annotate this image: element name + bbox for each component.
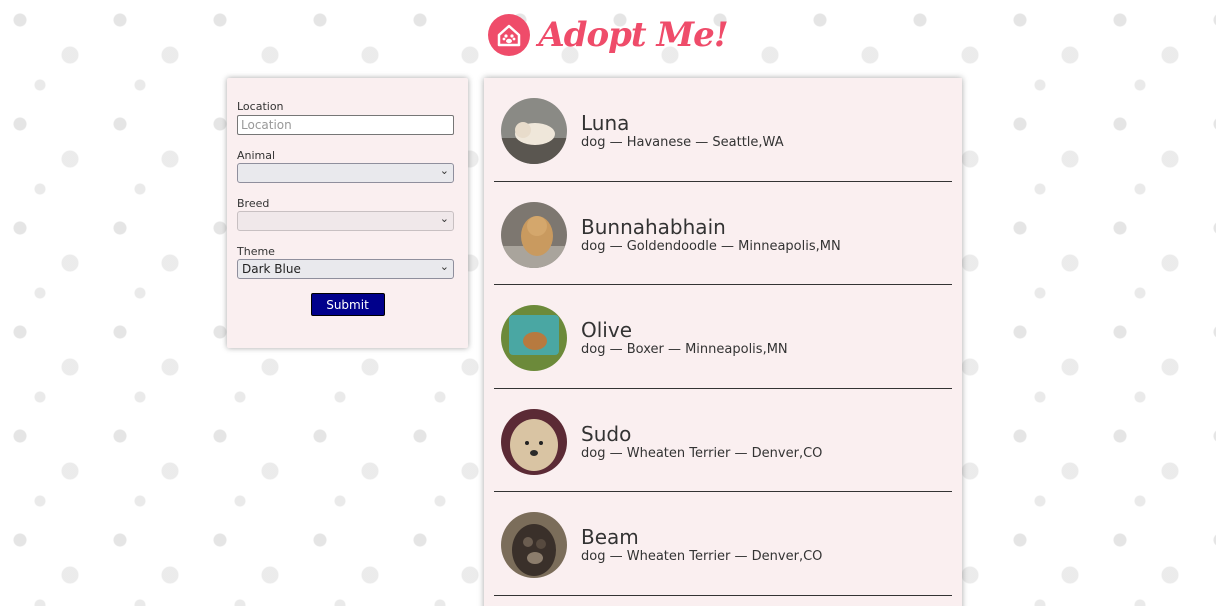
pet-description: dog — Goldendoodle — Minneapolis,MN [581,238,841,254]
pet-name: Bunnahabhain [581,214,726,239]
chevron-down-icon: ⌄ [439,260,449,273]
pet-avatar [501,512,567,579]
pet-description: dog — Wheaten Terrier — Denver,CO [581,445,823,461]
location-field: Location [237,100,458,135]
pet-description: dog — Boxer — Minneapolis,MN [581,342,788,358]
site-header: Adopt Me! [0,0,1216,70]
animal-label: Animal [237,149,276,162]
submit-button[interactable]: Submit [310,293,385,316]
theme-select-value: Dark Blue [242,262,301,276]
pet-name: Sudo [581,421,632,446]
animal-select[interactable]: ⌄ [237,163,454,183]
pet-avatar [501,305,567,372]
chevron-down-icon: ⌄ [439,164,449,177]
search-form: Location Animal ⌄ Breed ⌄ Theme Dark Blu… [227,78,468,348]
house-paw-icon[interactable] [488,14,531,56]
pet-avatar [501,408,567,475]
pet-card[interactable]: Beam dog — Wheaten Terrier — Denver,CO [494,492,952,596]
pet-name: Olive [581,318,632,343]
pet-card[interactable]: Olive dog — Boxer — Minneapolis,MN [494,285,952,389]
location-label: Location [237,100,284,113]
pet-name: Luna [581,111,630,136]
chevron-down-icon: ⌄ [439,212,449,225]
animal-field: Animal ⌄ [237,149,458,183]
pet-description: dog — Havanese — Seattle,WA [581,135,784,151]
pet-card[interactable]: Sudo dog — Wheaten Terrier — Denver,CO [494,389,952,492]
breed-label: Breed [237,197,270,210]
pet-name: Beam [581,525,639,550]
theme-field: Theme Dark Blue ⌄ [237,245,458,279]
site-logo-text[interactable]: Adopt Me! [538,15,728,55]
breed-select[interactable]: ⌄ [237,211,454,231]
pet-description: dog — Wheaten Terrier — Denver,CO [581,549,823,565]
location-input[interactable] [237,115,454,135]
pet-avatar [501,201,567,268]
pet-avatar [501,98,567,165]
pet-card[interactable]: Bunnahabhain dog — Goldendoodle — Minnea… [494,182,952,285]
theme-select[interactable]: Dark Blue ⌄ [237,259,454,279]
pet-card[interactable]: Luna dog — Havanese — Seattle,WA [494,78,952,182]
pet-results-list: Luna dog — Havanese — Seattle,WA Bunnaha… [484,78,962,606]
theme-label: Theme [237,245,275,258]
breed-field: Breed ⌄ [237,197,458,231]
